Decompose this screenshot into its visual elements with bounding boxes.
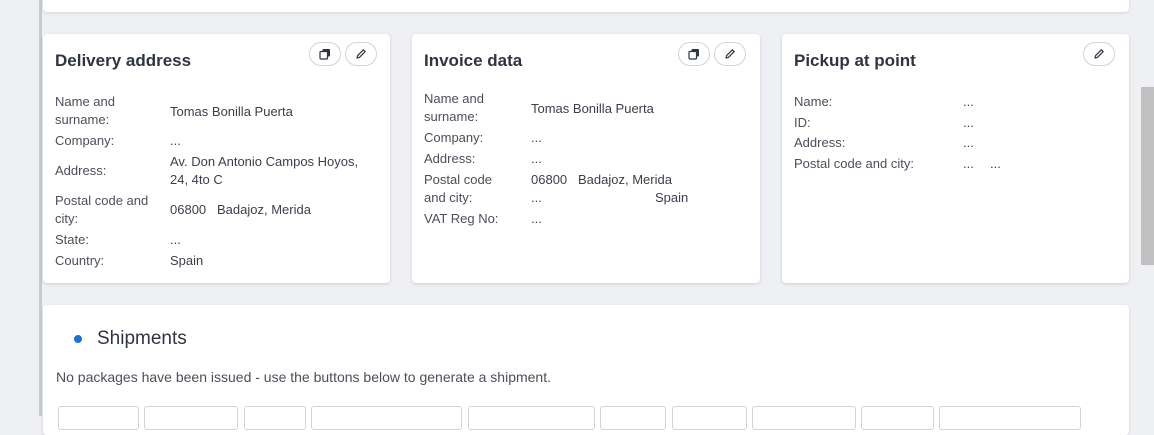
delivery-copy-button[interactable] <box>309 42 341 66</box>
shipment-action-button[interactable] <box>672 406 747 430</box>
delivery-edit-button[interactable] <box>345 42 377 66</box>
invoice-data-card: Invoice data Name and surname: Tomas Bon… <box>412 34 760 283</box>
copy-icon <box>688 49 699 60</box>
delivery-state-label: State: <box>55 232 89 247</box>
pickup-postal-label: Postal code and city: <box>794 156 914 171</box>
pencil-icon <box>725 49 735 59</box>
delivery-company-label: Company: <box>55 133 115 148</box>
invoice-vat-label: VAT Reg No: <box>424 211 499 226</box>
shipment-action-button[interactable] <box>939 406 1081 430</box>
shipment-action-button[interactable] <box>600 406 666 430</box>
pickup-postal-code-value: ... <box>963 156 974 171</box>
invoice-address-value: ... <box>531 151 542 166</box>
invoice-address-label: Address: <box>424 151 476 166</box>
pickup-city-value: ... <box>990 156 1001 171</box>
pickup-address-value: ... <box>963 135 974 150</box>
delivery-name-label: Name and surname: <box>55 94 115 127</box>
invoice-name-value: Tomas Bonilla Puerta <box>531 101 654 116</box>
pencil-icon <box>1094 49 1104 59</box>
invoice-copy-button[interactable] <box>678 42 710 66</box>
page-scrollbar-thumb[interactable] <box>1141 87 1154 265</box>
pencil-icon <box>356 49 366 59</box>
delivery-country-label: Country: <box>55 253 105 268</box>
invoice-name-label: Name and surname: <box>424 91 484 124</box>
pickup-name-label: Name: <box>794 94 833 109</box>
top-card <box>43 0 1129 12</box>
pickup-point-card: Pickup at point Name: ... ID: ... Addres… <box>782 34 1129 283</box>
copy-icon <box>319 49 330 60</box>
shipments-title: Shipments <box>97 328 187 349</box>
invoice-country-value: Spain <box>655 190 689 205</box>
shipment-action-button[interactable] <box>861 406 934 430</box>
shipment-action-button[interactable] <box>468 406 595 430</box>
shipment-action-button[interactable] <box>58 406 139 430</box>
delivery-name-value: Tomas Bonilla Puerta <box>170 104 293 119</box>
invoice-city-value: Badajoz, Merida <box>578 172 672 187</box>
shipment-action-button[interactable] <box>244 406 306 430</box>
shipment-action-button[interactable] <box>752 406 856 430</box>
invoice-edit-button[interactable] <box>714 42 746 66</box>
delivery-state-value: ... <box>170 232 181 247</box>
delivery-address-card: Delivery address Name and surname: Tomas… <box>43 34 390 283</box>
shipments-bullet <box>74 335 82 343</box>
pickup-name-value: ... <box>963 94 974 109</box>
pickup-id-value: ... <box>963 115 974 130</box>
pickup-address-label: Address: <box>794 135 846 150</box>
pickup-edit-button[interactable] <box>1083 42 1115 66</box>
pickup-id-label: ID: <box>794 115 811 130</box>
left-rail <box>39 0 42 416</box>
delivery-postal-label: Postal code and city: <box>55 193 149 226</box>
delivery-address-label: Address: <box>55 163 107 178</box>
invoice-postal-label: Postal code and city: <box>424 172 492 205</box>
invoice-company-value: ... <box>531 130 542 145</box>
invoice-card-title: Invoice data <box>424 51 523 70</box>
invoice-postal-extra-value: ... <box>531 190 542 205</box>
invoice-postal-code-value: 06800 <box>531 172 568 187</box>
shipments-empty-message: No packages have been issued - use the b… <box>56 369 551 385</box>
shipment-action-button[interactable] <box>144 406 238 430</box>
delivery-address-value: Av. Don Antonio Campos Hoyos, 24, 4to C <box>170 154 359 187</box>
shipment-action-button[interactable] <box>311 406 462 430</box>
pickup-card-title: Pickup at point <box>794 51 916 70</box>
delivery-country-value: Spain <box>170 253 204 268</box>
delivery-card-title: Delivery address <box>55 51 192 70</box>
invoice-company-label: Company: <box>424 130 484 145</box>
invoice-vat-value: ... <box>531 211 542 226</box>
delivery-company-value: ... <box>170 133 181 148</box>
delivery-postal-value: 06800 Badajoz, Merida <box>170 202 311 217</box>
